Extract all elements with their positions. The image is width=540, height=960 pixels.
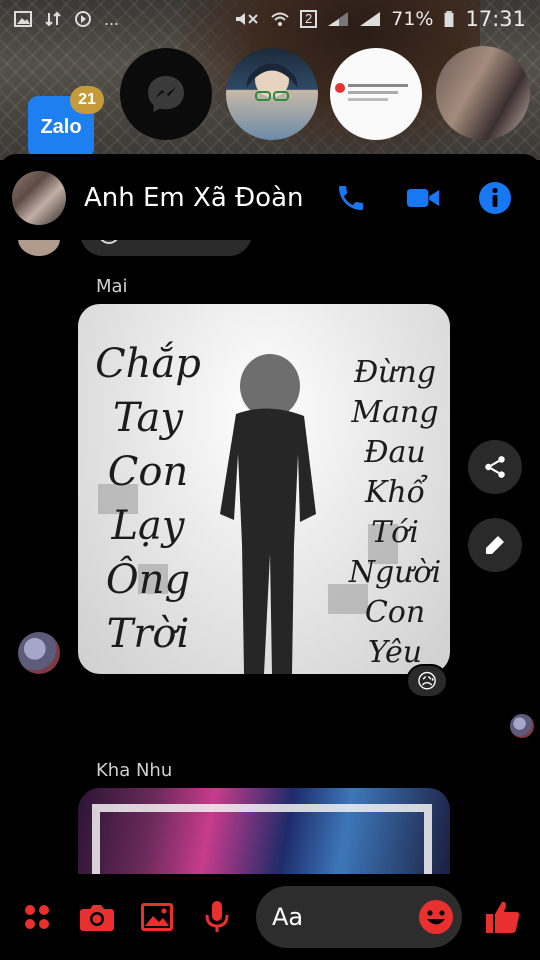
status-bar: ... 2 71% 17:31 — [0, 0, 540, 38]
post-thumbnail — [335, 83, 408, 101]
more-actions-button[interactable] — [14, 894, 60, 940]
notification-badge: 21 — [70, 86, 104, 114]
reaction-badge[interactable]: 😥 — [406, 664, 448, 698]
messenger-chathead[interactable] — [120, 48, 212, 140]
image-icon — [141, 903, 173, 931]
group-avatar[interactable] — [12, 171, 66, 225]
messenger-icon — [148, 76, 184, 112]
caption-word: Lạy — [111, 503, 185, 549]
video-call-button[interactable] — [406, 181, 440, 215]
wifi-icon — [271, 12, 289, 26]
grid-dots-icon — [25, 905, 49, 929]
sender-name: Mai — [96, 276, 128, 297]
previous-message-bubble[interactable] — [80, 240, 252, 256]
caption-word: Khổ — [364, 475, 426, 510]
chathead-avatar-group[interactable] — [436, 46, 530, 140]
caption-word: Con — [107, 449, 189, 495]
message-input-container — [256, 886, 462, 948]
caption-word: Trời — [106, 611, 190, 657]
seen-receipt-avatar — [510, 714, 534, 738]
message-composer — [0, 874, 540, 960]
gallery-icon — [14, 11, 32, 27]
chathead-avatar-anime[interactable] — [226, 48, 318, 140]
caption-word: Tới — [371, 515, 419, 550]
gallery-button[interactable] — [134, 894, 180, 940]
image-message[interactable] — [78, 788, 450, 874]
thumbs-up-icon — [486, 901, 520, 933]
mute-icon — [236, 13, 258, 25]
edit-button[interactable] — [468, 518, 522, 572]
caption-word: Người — [348, 555, 442, 590]
caption-word: Đau — [364, 435, 426, 470]
chathead-avatar-post[interactable] — [330, 48, 422, 140]
phone-icon — [339, 186, 363, 210]
image-message[interactable]: Chắp Tay Con Lạy Ông Trời Đừng Mang Đau … — [78, 304, 450, 674]
caption-word: Mang — [351, 395, 439, 430]
caption-word: Con — [364, 595, 426, 630]
status-more: ... — [104, 8, 120, 29]
share-button[interactable] — [468, 440, 522, 494]
battery-icon — [445, 11, 454, 27]
header-actions — [334, 181, 528, 215]
anime-avatar-image — [246, 63, 298, 101]
pencil-icon — [486, 536, 504, 554]
signal-icon-1 — [328, 12, 349, 26]
video-camera-icon — [406, 189, 440, 207]
image-caption-left: Chắp Tay Con Lạy Ông Trời — [88, 344, 208, 668]
sim-slot-badge: 2 — [300, 10, 318, 28]
microphone-icon — [205, 901, 229, 932]
image-caption-right: Đừng Mang Đau Khổ Tới Người Con Yêu — [340, 358, 450, 674]
battery-percent: 71% — [391, 8, 434, 30]
clock: 17:31 — [465, 7, 526, 31]
data-transfer-icon — [45, 11, 61, 27]
sender-name: Kha Nhu — [96, 760, 173, 781]
chat-title[interactable]: Anh Em Xã Đoàn — [84, 183, 304, 213]
status-bar-right: 2 71% 17:31 — [234, 7, 526, 31]
status-bar-left: ... — [14, 9, 119, 30]
caption-word: Chắp — [95, 341, 201, 387]
message-list[interactable]: Mai Chắp Tay Con Lạy Ông Trời Đừng Mang … — [0, 240, 540, 874]
caption-word: Đừng — [353, 355, 437, 390]
camera-button[interactable] — [74, 894, 120, 940]
like-button[interactable] — [480, 894, 526, 940]
caption-word: Ông — [105, 557, 191, 603]
info-button[interactable] — [478, 181, 512, 215]
attachment-ring-icon — [98, 240, 120, 244]
message-input[interactable] — [272, 903, 422, 931]
media-play-icon — [75, 11, 91, 27]
share-icon — [485, 456, 505, 478]
caption-word: Tay — [112, 395, 184, 441]
sender-avatar-mai[interactable] — [18, 632, 60, 674]
info-icon — [479, 182, 511, 214]
chat-header: Anh Em Xã Đoàn — [0, 154, 540, 242]
emoji-icon[interactable] — [418, 899, 454, 935]
image-frame — [92, 804, 432, 874]
sender-avatar — [18, 240, 60, 256]
person-silhouette — [220, 354, 316, 674]
signal-icon-2 — [360, 12, 381, 26]
sad-emoji-icon: 😥 — [416, 670, 438, 693]
camera-icon — [80, 905, 114, 931]
zalo-label: Zalo — [40, 115, 82, 138]
voice-call-button[interactable] — [334, 181, 368, 215]
voice-message-button[interactable] — [194, 894, 240, 940]
